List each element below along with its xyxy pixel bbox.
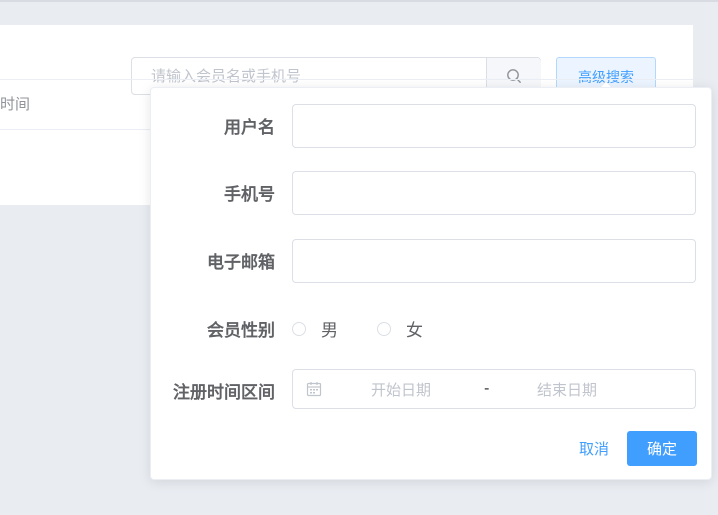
- gender-option-label: 男: [321, 321, 338, 341]
- gender-option-label: 女: [406, 321, 423, 341]
- top-divider: [0, 0, 718, 2]
- phone-field[interactable]: [292, 171, 696, 215]
- phone-label: 手机号: [224, 185, 275, 205]
- popover-arrow-fill: [601, 82, 611, 87]
- radio-circle[interactable]: [292, 321, 306, 336]
- radio-circle[interactable]: [377, 321, 391, 336]
- username-field[interactable]: [292, 104, 696, 148]
- email-label: 电子邮箱: [207, 253, 275, 273]
- register-range-label: 注册时间区间: [173, 383, 275, 403]
- range-separator: -: [484, 379, 490, 397]
- email-field[interactable]: [292, 239, 696, 283]
- username-label: 用户名: [224, 118, 275, 138]
- gender-radio-female[interactable]: 女: [377, 316, 423, 341]
- search-icon: [507, 69, 521, 83]
- gender-label: 会员性别: [207, 321, 275, 341]
- start-date-input[interactable]: 开始日期: [371, 379, 431, 400]
- divider: [0, 79, 693, 80]
- register-date-range-picker[interactable]: 开始日期 - 结束日期: [292, 369, 696, 409]
- advanced-search-popover: 用户名 手机号 电子邮箱 会员性别 男 女 注册时间区间 开始日期 - 结束日期…: [150, 87, 712, 480]
- column-header-time: 时间: [0, 95, 31, 113]
- gender-radio-male[interactable]: 男: [292, 316, 338, 341]
- confirm-button[interactable]: 确定: [627, 431, 697, 466]
- cancel-button[interactable]: 取消: [570, 430, 618, 466]
- calendar-icon: [306, 382, 322, 397]
- end-date-input[interactable]: 结束日期: [537, 379, 597, 400]
